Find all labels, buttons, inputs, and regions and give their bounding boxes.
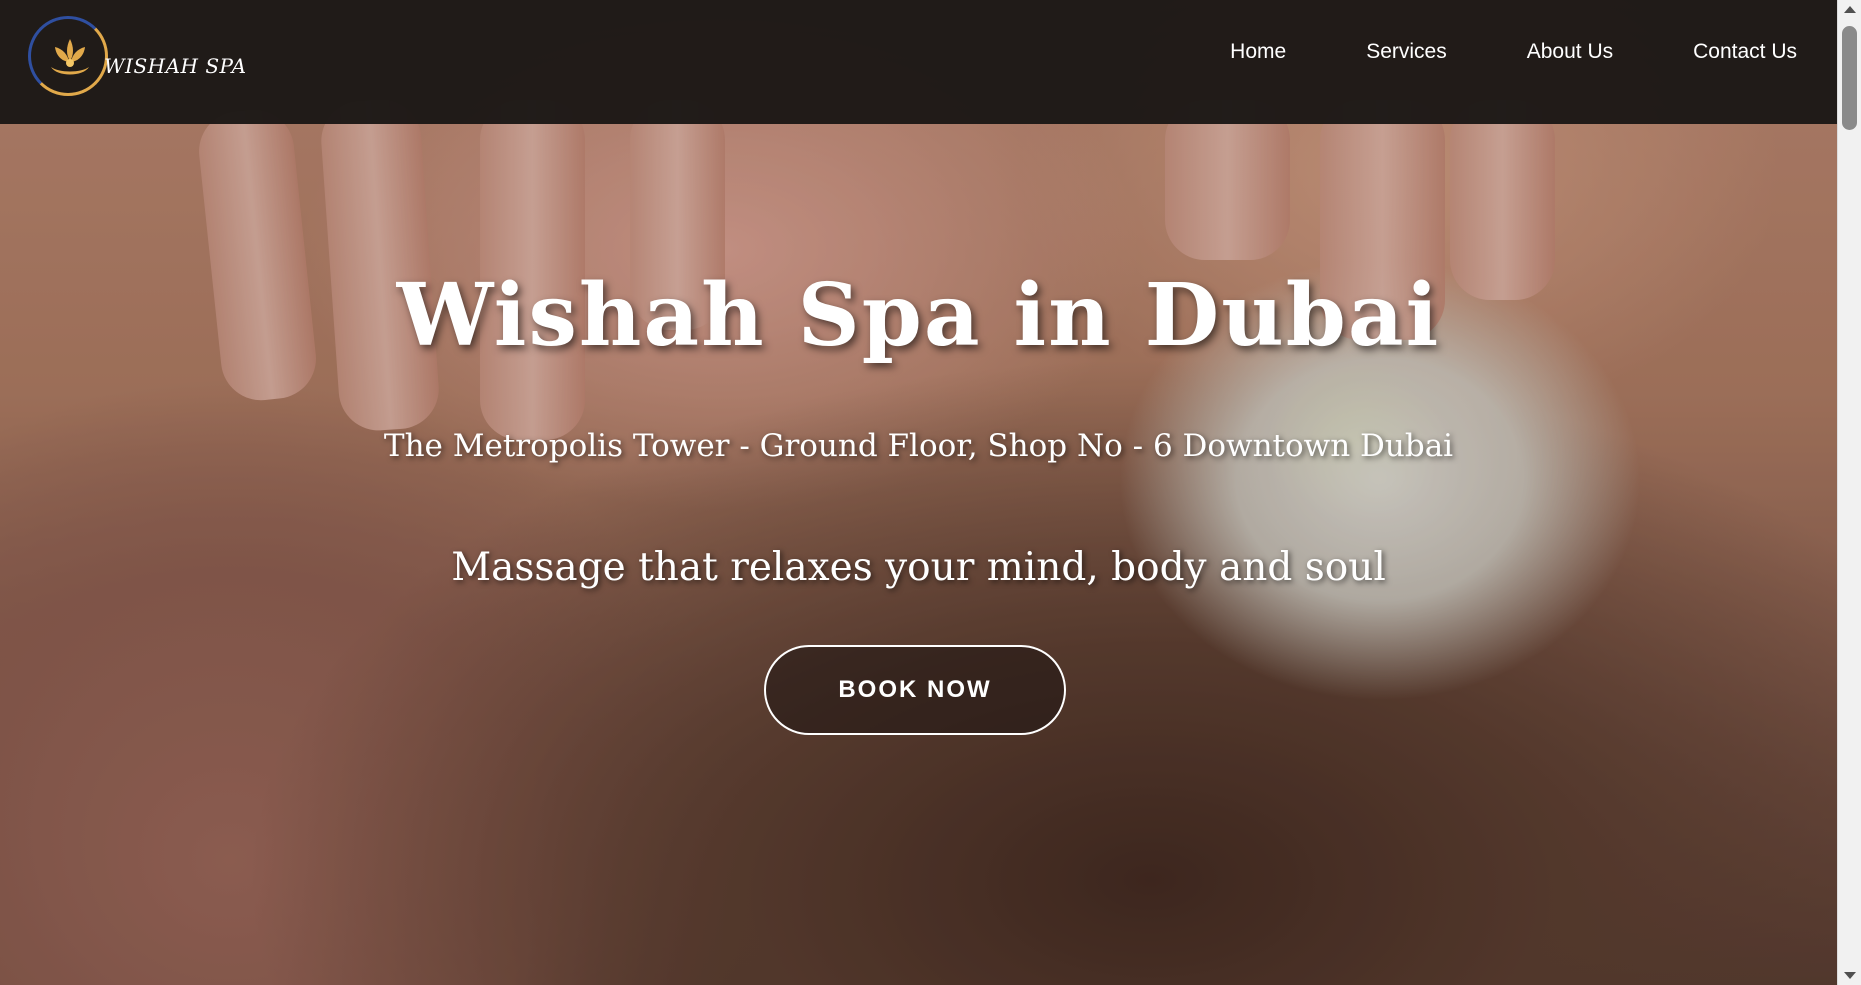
nav-home[interactable]: Home [1230,40,1286,64]
page: WISHAH SPA Home Services About Us Contac… [0,0,1861,985]
nav-about-us[interactable]: About Us [1527,40,1613,64]
page-scrollbar[interactable] [1837,0,1861,985]
main-navigation: Home Services About Us Contact Us [1230,40,1797,64]
hero-overlay [0,0,1837,985]
lotus-icon [51,39,89,75]
scroll-down-arrow-icon[interactable] [1844,972,1856,979]
logo-text: WISHAH SPA [104,54,247,78]
hero-address: The Metropolis Tower - Ground Floor, Sho… [383,428,1454,464]
hero-background-image [0,0,1837,985]
book-now-button[interactable]: BOOK NOW [764,645,1066,735]
site-logo[interactable]: WISHAH SPA [28,16,246,100]
nav-contact-us[interactable]: Contact Us [1693,40,1797,64]
nav-services[interactable]: Services [1366,40,1447,64]
logo-badge [28,16,108,96]
scroll-thumb[interactable] [1842,26,1857,130]
hero-tagline: Massage that relaxes your mind, body and… [451,545,1386,590]
site-header: WISHAH SPA Home Services About Us Contac… [0,0,1837,124]
hero-title: Wishah Spa in Dubai [396,265,1441,366]
scroll-up-arrow-icon[interactable] [1844,6,1856,13]
